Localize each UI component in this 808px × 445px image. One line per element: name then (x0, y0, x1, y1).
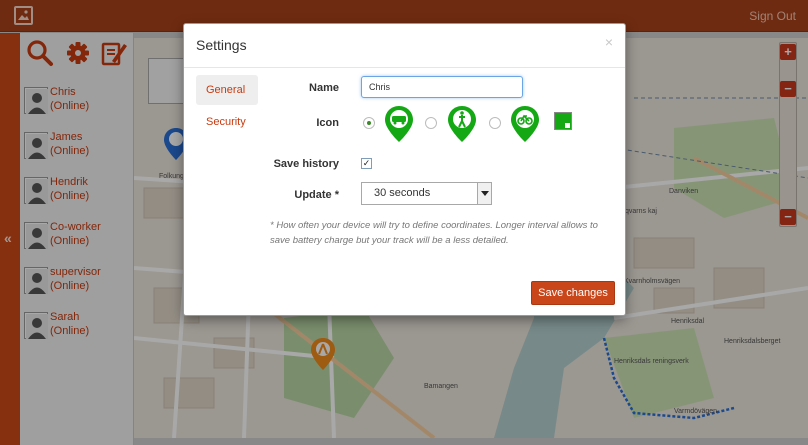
walk-marker-icon[interactable] (448, 106, 476, 142)
bike-marker-icon[interactable] (511, 106, 539, 142)
settings-dialog: Settings × General Security Name Icon Sa… (183, 23, 626, 316)
name-label: Name (309, 82, 339, 94)
icon-option-car-radio[interactable] (363, 117, 375, 129)
save-changes-button[interactable]: Save changes (531, 281, 615, 305)
close-icon[interactable]: × (605, 34, 613, 50)
save-history-label: Save history (273, 158, 339, 170)
update-interval-value: 30 seconds (374, 187, 431, 199)
name-input[interactable] (361, 76, 523, 98)
car-marker-icon[interactable] (385, 106, 413, 142)
update-label: Update * (294, 189, 339, 201)
icon-color-picker[interactable] (554, 112, 572, 130)
chevron-down-icon[interactable] (477, 183, 491, 204)
update-hint-text: * How often your device will try to defi… (270, 220, 598, 246)
update-interval-select[interactable]: 30 seconds (361, 182, 492, 205)
divider (184, 67, 625, 68)
dialog-title: Settings (196, 37, 247, 53)
icon-option-bike-radio[interactable] (489, 117, 501, 129)
save-history-checkbox[interactable]: ✓ (361, 158, 372, 169)
icon-label: Icon (316, 117, 339, 129)
icon-option-walk-radio[interactable] (425, 117, 437, 129)
